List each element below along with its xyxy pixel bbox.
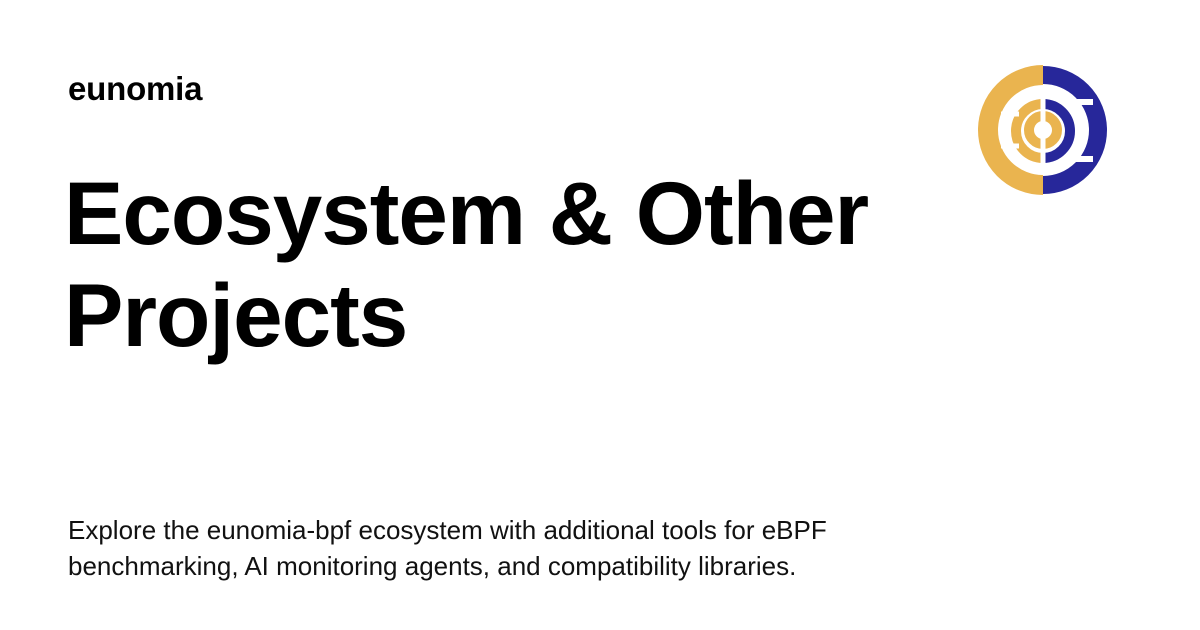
page-title: Ecosystem & Other Projects [64, 163, 869, 365]
page-description: Explore the eunomia-bpf ecosystem with a… [68, 515, 827, 581]
site-name: eunomia [68, 70, 203, 107]
eunomia-logo-icon [978, 65, 1107, 195]
social-card: eunomia Ecosystem & Other Projects Explo… [0, 0, 1200, 630]
